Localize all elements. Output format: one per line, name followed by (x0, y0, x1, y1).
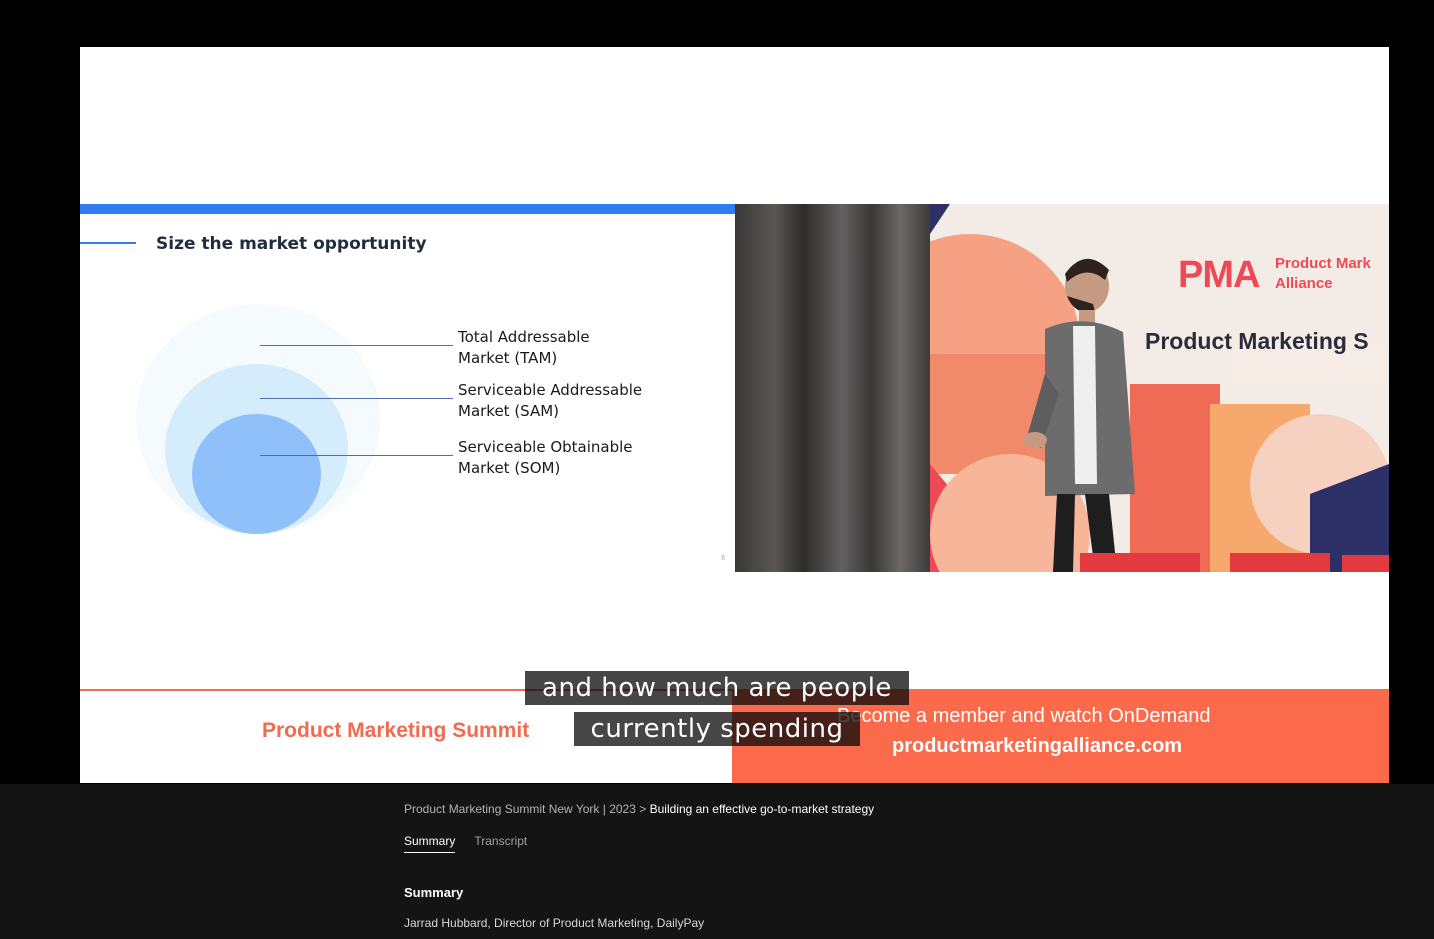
tam-label: Total Addressable Market (TAM) (458, 327, 658, 369)
som-leader-line (260, 455, 453, 456)
stage-chairs (1080, 553, 1389, 572)
content-tabs: Summary Transcript (404, 834, 527, 853)
som-label: Serviceable Obtainable Market (SOM) (458, 437, 658, 479)
breadcrumb-separator: > (639, 802, 647, 816)
tam-label-line1: Total Addressable (458, 328, 590, 346)
sam-label-line2: Market (SAM) (458, 402, 560, 420)
speaker-figure (1023, 258, 1135, 572)
som-circle (192, 414, 321, 534)
summary-heading: Summary (404, 885, 464, 900)
sam-label: Serviceable Addressable Market (SAM) (458, 380, 658, 422)
subtitle-text-2: currently spending (573, 712, 861, 746)
subtitle-line-2: currently spending (0, 712, 1434, 746)
subtitle-text-1: and how much are people (525, 671, 909, 705)
tab-summary[interactable]: Summary (404, 834, 456, 853)
tam-label-line2: Market (TAM) (458, 349, 558, 367)
tam-leader-line (260, 345, 453, 346)
slide-title-accent (80, 242, 136, 244)
som-label-line1: Serviceable Obtainable (458, 438, 633, 456)
breadcrumb: Product Marketing Summit New York | 2023… (404, 802, 874, 816)
subtitle-line-1: and how much are people (0, 671, 1434, 705)
tab-transcript[interactable]: Transcript (474, 834, 527, 853)
video-info-panel: Product Marketing Summit New York | 2023… (0, 784, 1434, 939)
som-label-line2: Market (SOM) (458, 459, 561, 477)
presentation-slide: Size the market opportunity Total Addres… (80, 204, 735, 572)
pma-brand-line2: Alliance (1275, 275, 1333, 292)
sam-leader-line (260, 398, 453, 399)
slide-title: Size the market opportunity (156, 234, 427, 254)
speaker-credit: Jarrad Hubbard, Director of Product Mark… (404, 916, 705, 930)
pma-logo: PMA (1178, 254, 1260, 296)
breadcrumb-current: Building an effective go-to-market strat… (649, 802, 875, 816)
pma-brand-line1: Product Mark (1275, 255, 1371, 272)
breadcrumb-parent-link[interactable]: Product Marketing Summit New York | 2023 (404, 802, 636, 816)
pma-brand-name: Product Mark Alliance (1275, 254, 1371, 294)
slide-top-bar (80, 204, 735, 214)
sam-label-line1: Serviceable Addressable (458, 381, 643, 399)
video-player[interactable]: Size the market opportunity Total Addres… (0, 0, 1434, 784)
stage-curtain (735, 204, 930, 572)
slide-page-number: 8 (721, 555, 725, 562)
backdrop-summit-text: Product Marketing S (1145, 328, 1369, 354)
speaker-camera-feed: PMA Product Mark Alliance Product Market… (735, 204, 1389, 572)
